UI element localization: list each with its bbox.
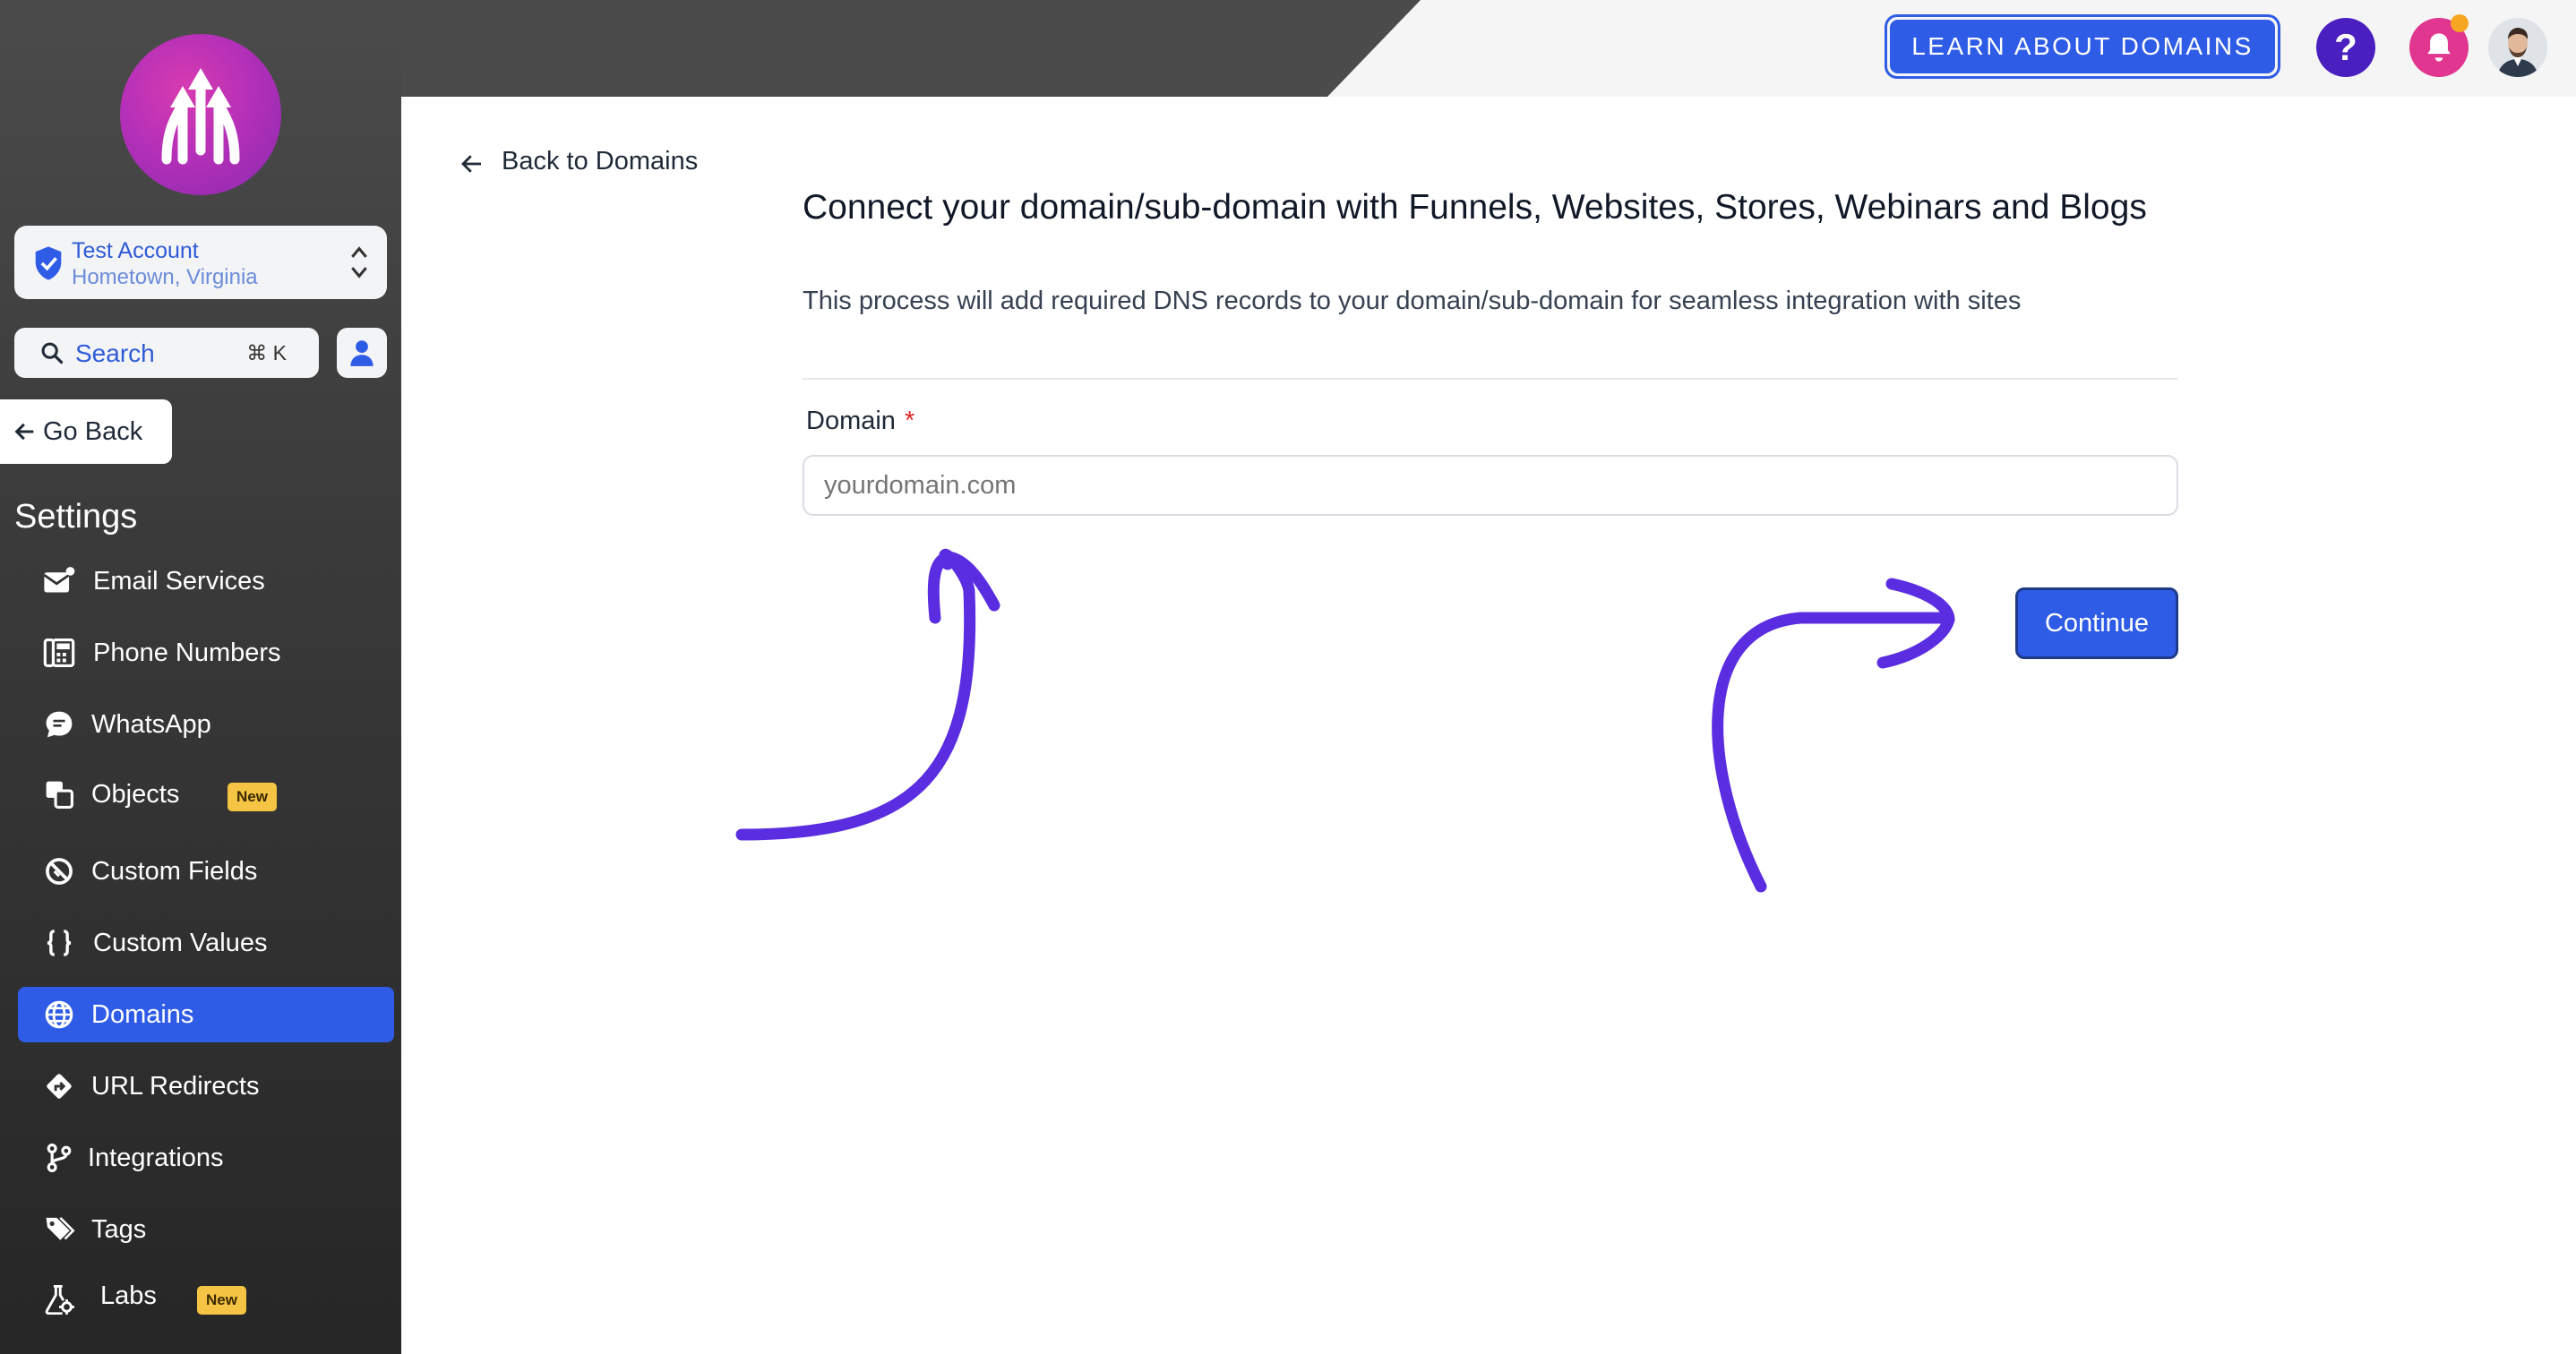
- header-dark-band: [401, 0, 1421, 97]
- search-icon: [41, 342, 64, 364]
- sidebar-item-url-redirects[interactable]: URL Redirects: [18, 1058, 394, 1114]
- sidebar-item-label: Custom Fields: [91, 857, 258, 886]
- sidebar-item-label: URL Redirects: [91, 1072, 260, 1101]
- redirect-icon: [47, 1074, 72, 1099]
- sidebar-item-integrations[interactable]: Integrations: [18, 1130, 394, 1186]
- domain-input[interactable]: [803, 455, 2178, 516]
- sidebar-item-objects[interactable]: Objects New: [18, 767, 394, 822]
- learn-about-domains-label: LEARN ABOUT DOMAINS: [1890, 20, 2275, 73]
- search-shortcut: ⌘ K: [246, 341, 287, 364]
- arrow-to-domain-input: [735, 548, 976, 841]
- globe-icon: [45, 1000, 73, 1029]
- learn-about-domains-button[interactable]: LEARN ABOUT DOMAINS: [1885, 14, 2280, 79]
- back-to-domains-label: Back to Domains: [502, 147, 699, 176]
- sidebar-item-label: Objects: [91, 780, 180, 809]
- user-icon: [350, 340, 374, 366]
- sidebar-item-label: Custom Values: [93, 929, 268, 957]
- required-marker: *: [904, 407, 915, 435]
- envelope-icon: [43, 567, 75, 593]
- new-badge: New: [228, 783, 277, 811]
- custom-fields-icon: [46, 858, 73, 885]
- sidebar-item-phone-numbers[interactable]: Phone Numbers: [18, 625, 394, 681]
- go-back-button[interactable]: Go Back: [0, 399, 172, 464]
- braces-icon: [47, 930, 72, 956]
- chat-icon: [46, 711, 73, 738]
- sidebar-item-label: WhatsApp: [91, 710, 211, 739]
- sidebar-item-custom-values[interactable]: Custom Values: [18, 915, 394, 971]
- user-avatar[interactable]: [2488, 18, 2547, 77]
- sidebar-item-label: Labs: [100, 1281, 157, 1310]
- divider: [803, 378, 2178, 380]
- account-switcher[interactable]: Test Account Hometown, Virginia: [14, 226, 387, 299]
- sidebar-item-labs[interactable]: Labs New: [18, 1272, 394, 1327]
- shield-check-icon: [35, 246, 62, 280]
- notifications-button[interactable]: [2409, 14, 2469, 77]
- phone-numbers-icon: [43, 638, 75, 667]
- sidebar-item-custom-fields[interactable]: Custom Fields: [18, 844, 394, 899]
- arrow-to-continue-button-head: [1876, 578, 1955, 669]
- arrow-to-domain-input-head: [927, 551, 1000, 624]
- tags-icon: [46, 1216, 75, 1240]
- sidebar-item-label: Integrations: [88, 1144, 224, 1172]
- search-label: Search: [75, 339, 155, 367]
- arrow-left-icon: [14, 423, 34, 441]
- sidebar-item-tags[interactable]: Tags: [18, 1202, 394, 1257]
- domain-field-label: Domain *: [806, 407, 914, 436]
- avatar-photo: [2488, 18, 2547, 77]
- domain-label-text: Domain: [806, 407, 896, 435]
- logo-arrows-icon: [161, 68, 240, 165]
- sidebar-item-email-services[interactable]: Email Services: [18, 553, 394, 609]
- branch-icon: [47, 1144, 72, 1172]
- upward-arrows-logo[interactable]: [120, 34, 281, 195]
- account-location: Hometown, Virginia: [72, 265, 258, 289]
- settings-section-title: Settings: [14, 498, 138, 536]
- go-back-label: Go Back: [43, 417, 143, 446]
- continue-button[interactable]: Continue: [2015, 587, 2178, 659]
- sidebar-item-label: Domains: [91, 1000, 194, 1029]
- arrow-left-icon: [461, 155, 481, 173]
- arrow-to-continue-button: [1712, 612, 1952, 893]
- chevron-updown-icon: [351, 246, 367, 279]
- sidebar-item-label: Email Services: [93, 567, 265, 596]
- objects-icon: [46, 781, 73, 809]
- search-button[interactable]: Search ⌘ K: [14, 328, 319, 378]
- sidebar-item-label: Phone Numbers: [93, 638, 281, 667]
- new-badge: New: [197, 1286, 246, 1315]
- bell-icon: [2427, 33, 2451, 62]
- sidebar-item-whatsapp[interactable]: WhatsApp: [18, 697, 394, 752]
- sidebar: Test Account Hometown, Virginia Search ⌘…: [0, 0, 401, 1354]
- account-name: Test Account: [72, 238, 199, 263]
- sidebar-item-domains[interactable]: Domains: [18, 987, 394, 1042]
- page-title: Connect your domain/sub-domain with Funn…: [803, 188, 2147, 227]
- app-root: LEARN ABOUT DOMAINS ? Test Account Homet…: [0, 0, 2576, 1354]
- page-subtitle: This process will add required DNS recor…: [803, 287, 2022, 315]
- sidebar-item-label: Tags: [91, 1215, 147, 1244]
- flask-icon: [45, 1284, 74, 1315]
- user-profile-button[interactable]: [337, 328, 387, 378]
- help-button[interactable]: ?: [2316, 18, 2375, 77]
- notification-dot: [2451, 14, 2469, 32]
